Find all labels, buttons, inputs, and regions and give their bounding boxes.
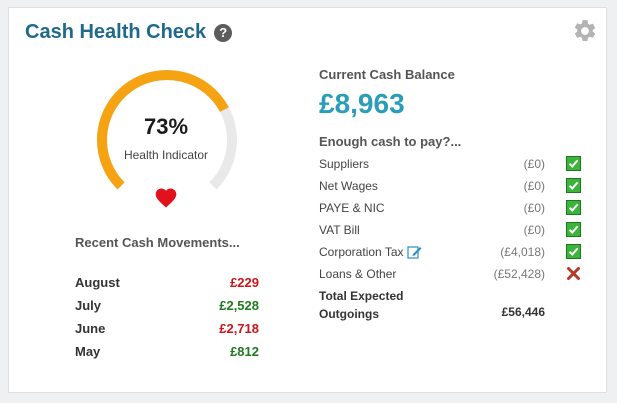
gear-icon[interactable] — [572, 18, 598, 44]
pay-row: Suppliers (£0) — [319, 155, 581, 177]
pay-heading: Enough cash to pay?... — [319, 134, 462, 149]
pay-row: VAT Bill (£0) — [319, 221, 581, 243]
pay-amount: (£0) — [523, 179, 545, 193]
total-amount: £56,446 — [501, 305, 545, 319]
pay-label-wrap: Corporation Tax — [319, 245, 422, 259]
check-icon[interactable] — [566, 200, 581, 215]
check-icon[interactable] — [566, 222, 581, 237]
help-icon[interactable]: ? — [214, 23, 233, 42]
health-label: Health Indicator — [123, 148, 209, 162]
pay-amount: (£4,018) — [500, 245, 545, 259]
balance-heading: Current Cash Balance — [319, 67, 455, 82]
movements-heading: Recent Cash Movements... — [75, 235, 240, 250]
pay-label: VAT Bill — [319, 223, 360, 237]
movement-row: July £2,528 — [75, 294, 259, 317]
movement-row: May £812 — [75, 340, 259, 363]
pay-row: Loans & Other (£52,428) — [319, 265, 581, 287]
card-title: Cash Health Check ? — [25, 21, 233, 44]
movement-month: July — [75, 298, 102, 313]
movement-amount: £2,528 — [219, 298, 259, 313]
pay-row: PAYE & NIC (£0) — [319, 199, 581, 221]
pay-amount: (£0) — [523, 201, 545, 215]
cross-icon[interactable] — [566, 266, 581, 281]
pay-list: Suppliers (£0) Net Wages (£0) PAYE & NIC… — [319, 155, 581, 287]
pay-amount: (£52,428) — [493, 267, 545, 281]
movement-month: May — [75, 344, 101, 359]
movement-amount: £812 — [230, 344, 259, 359]
movement-row: June £2,718 — [75, 317, 259, 340]
total-outgoings: Total Expected Outgoings £56,446 — [319, 287, 545, 323]
pay-amount: (£0) — [523, 157, 545, 171]
movement-month: August — [75, 275, 120, 290]
pay-label: Loans & Other — [319, 267, 397, 281]
heart-icon — [155, 188, 177, 208]
pay-label: Suppliers — [319, 157, 370, 171]
health-percent: 73% — [143, 114, 189, 139]
edit-icon[interactable] — [406, 245, 422, 259]
cash-health-card: Cash Health Check ? 73% Health Indicator… — [8, 7, 607, 393]
check-icon[interactable] — [566, 244, 581, 259]
check-icon[interactable] — [566, 156, 581, 171]
pay-row: Corporation Tax (£4,018) — [319, 243, 581, 265]
pay-row: Net Wages (£0) — [319, 177, 581, 199]
balance-value: £8,963 — [319, 88, 405, 119]
movements-table: August £229 July £2,528 June £2,718 May … — [75, 271, 259, 363]
movement-amount: £2,718 — [219, 321, 259, 336]
pay-label: PAYE & NIC — [319, 201, 385, 215]
total-label: Total Expected Outgoings — [319, 289, 404, 321]
pay-label: Net Wages — [319, 179, 378, 193]
card-title-text: Cash Health Check — [25, 21, 207, 43]
movement-row: August £229 — [75, 271, 259, 294]
pay-label: Corporation Tax — [319, 245, 404, 259]
movement-amount: £229 — [230, 275, 259, 290]
check-icon[interactable] — [566, 178, 581, 193]
movement-month: June — [75, 321, 106, 336]
pay-amount: (£0) — [523, 223, 545, 237]
